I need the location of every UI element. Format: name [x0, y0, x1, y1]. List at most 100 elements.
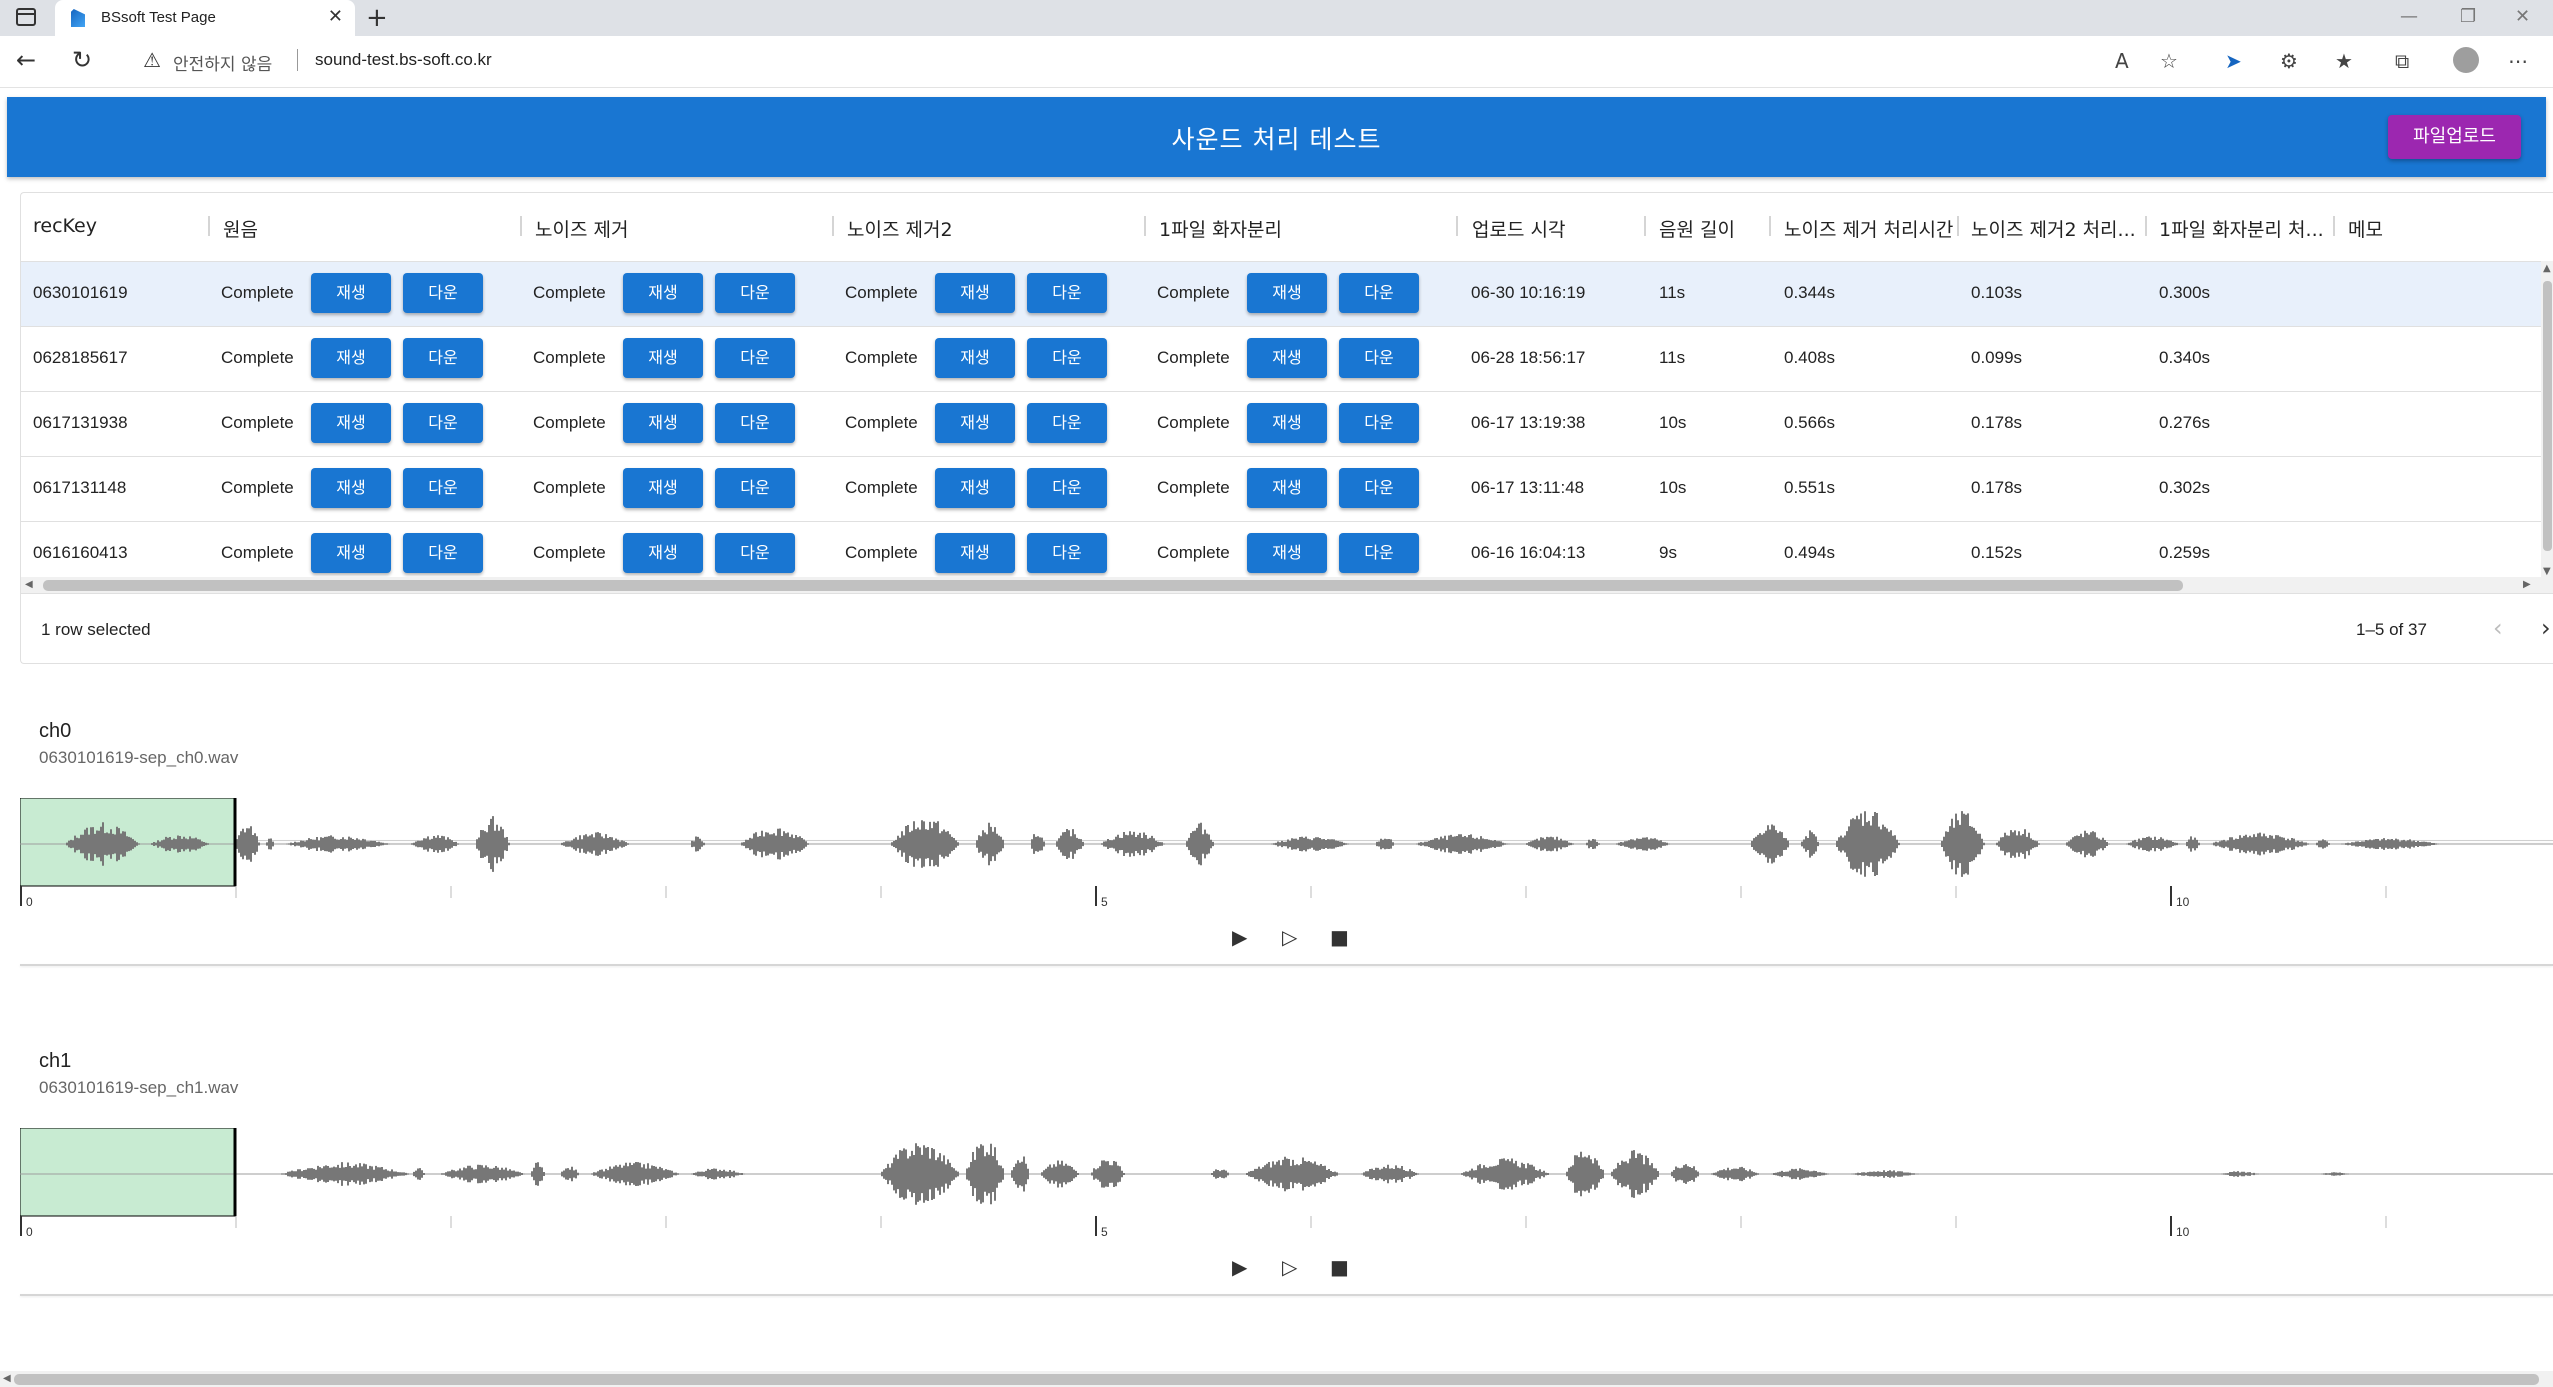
column-header-memo[interactable]: 메모 — [2348, 215, 2383, 242]
table-row[interactable]: 0616160413 Complete 재생 다운 Complete 재생 다운… — [21, 521, 2541, 577]
address-bar[interactable]: ⚠ 안전하지 않음 sound-test.bs-soft.co.kr — [125, 42, 2175, 78]
play-button[interactable]: 재생 — [311, 533, 391, 573]
selected-region[interactable] — [20, 1128, 236, 1217]
column-header-noise-removal[interactable]: 노이즈 제거 — [535, 215, 628, 242]
page-horizontal-scroll-thumb[interactable] — [14, 1374, 2539, 1385]
stop-icon[interactable]: ■ — [1330, 925, 1349, 949]
tab-actions-icon[interactable] — [16, 8, 36, 26]
column-header-upload-time[interactable]: 업로드 시각 — [1472, 215, 1565, 242]
profile-avatar[interactable] — [2453, 47, 2479, 73]
extension-icon[interactable]: ➤ — [2225, 49, 2242, 73]
play-button[interactable]: 재생 — [311, 403, 391, 443]
column-separator[interactable] — [1644, 216, 1646, 236]
column-separator[interactable] — [2333, 216, 2335, 236]
play-button[interactable]: 재생 — [1247, 533, 1327, 573]
play-outline-icon[interactable]: ▷ — [1282, 925, 1297, 949]
more-icon[interactable]: ⋯ — [2508, 49, 2528, 73]
column-separator[interactable] — [1957, 216, 1959, 236]
waveform-ch1[interactable]: 0 5 10 — [20, 1128, 2553, 1238]
collections-icon[interactable]: ⧉ — [2395, 49, 2409, 73]
download-button[interactable]: 다운 — [1339, 403, 1419, 443]
download-button[interactable]: 다운 — [403, 533, 483, 573]
page-horizontal-scrollbar[interactable]: ◀ — [0, 1371, 2553, 1387]
download-button[interactable]: 다운 — [1339, 338, 1419, 378]
waveform-canvas[interactable]: 0 5 10 — [20, 1128, 2553, 1238]
column-separator[interactable] — [2145, 216, 2147, 236]
play-button[interactable]: 재생 — [1247, 338, 1327, 378]
download-button[interactable]: 다운 — [403, 468, 483, 508]
column-header-nr2-time[interactable]: 노이즈 제거2 처리... — [1971, 215, 2143, 242]
upload-button[interactable]: 파일업로드 — [2388, 115, 2521, 159]
play-button[interactable]: 재생 — [935, 403, 1015, 443]
play-button[interactable]: 재생 — [623, 338, 703, 378]
download-button[interactable]: 다운 — [1027, 533, 1107, 573]
favorite-add-icon[interactable]: ☆ — [2160, 49, 2178, 73]
play-button[interactable]: 재생 — [935, 468, 1015, 508]
download-button[interactable]: 다운 — [715, 533, 795, 573]
play-button[interactable]: 재생 — [623, 403, 703, 443]
download-button[interactable]: 다운 — [403, 338, 483, 378]
table-row[interactable]: 0617131148 Complete 재생 다운 Complete 재생 다운… — [21, 456, 2541, 521]
download-button[interactable]: 다운 — [715, 338, 795, 378]
waveform-ch0[interactable]: 0 5 10 — [20, 798, 2553, 908]
chevron-left-icon[interactable]: ‹ — [2493, 614, 2503, 642]
download-button[interactable]: 다운 — [1027, 273, 1107, 313]
grid-horizontal-scroll-thumb[interactable] — [43, 580, 2183, 591]
column-header-length[interactable]: 음원 길이 — [1659, 215, 1735, 242]
column-header-nr-time[interactable]: 노이즈 제거 처리시간 — [1784, 215, 1954, 242]
grid-vertical-scroll-thumb[interactable] — [2543, 281, 2552, 551]
refresh-icon[interactable]: ↻ — [72, 46, 92, 74]
download-button[interactable]: 다운 — [1027, 338, 1107, 378]
play-button[interactable]: 재생 — [311, 468, 391, 508]
table-row[interactable]: 0628185617 Complete 재생 다운 Complete 재생 다운… — [21, 326, 2541, 391]
download-button[interactable]: 다운 — [715, 403, 795, 443]
close-window-icon[interactable]: ✕ — [2515, 6, 2530, 27]
extensions-icon[interactable]: ⚙ — [2280, 49, 2298, 73]
chevron-right-icon[interactable]: › — [2541, 614, 2551, 642]
table-row[interactable]: 0617131938 Complete 재생 다운 Complete 재생 다운… — [21, 391, 2541, 456]
download-button[interactable]: 다운 — [1339, 533, 1419, 573]
download-button[interactable]: 다운 — [1339, 273, 1419, 313]
play-icon[interactable]: ▶ — [1232, 1255, 1247, 1279]
read-aloud-icon[interactable]: A — [2115, 49, 2129, 73]
scroll-left-icon[interactable]: ◀ — [25, 579, 33, 590]
download-button[interactable]: 다운 — [1027, 403, 1107, 443]
scroll-up-icon[interactable]: ▲ — [2543, 263, 2551, 274]
scroll-down-icon[interactable]: ▼ — [2543, 566, 2551, 577]
column-header-original[interactable]: 원음 — [223, 215, 258, 242]
download-button[interactable]: 다운 — [403, 273, 483, 313]
column-separator[interactable] — [1456, 216, 1458, 236]
column-header-sep-time[interactable]: 1파일 화자분리 처... — [2159, 215, 2329, 242]
favorites-icon[interactable]: ★ — [2335, 49, 2353, 73]
scroll-right-icon[interactable]: ▶ — [2523, 579, 2531, 590]
scroll-left-icon[interactable]: ◀ — [3, 1373, 11, 1384]
column-separator[interactable] — [208, 216, 210, 236]
waveform-canvas[interactable]: 0 5 10 — [20, 798, 2553, 908]
play-button[interactable]: 재생 — [935, 273, 1015, 313]
play-button[interactable]: 재생 — [623, 468, 703, 508]
play-button[interactable]: 재생 — [935, 338, 1015, 378]
minimize-icon[interactable]: — — [2400, 6, 2418, 27]
column-separator[interactable] — [1769, 216, 1771, 236]
column-separator[interactable] — [832, 216, 834, 236]
column-header-speaker-separation[interactable]: 1파일 화자분리 — [1159, 215, 1282, 242]
play-outline-icon[interactable]: ▷ — [1282, 1255, 1297, 1279]
play-button[interactable]: 재생 — [1247, 403, 1327, 443]
download-button[interactable]: 다운 — [715, 273, 795, 313]
play-icon[interactable]: ▶ — [1232, 925, 1247, 949]
play-button[interactable]: 재생 — [935, 533, 1015, 573]
table-row[interactable]: 0630101619 Complete 재생 다운 Complete 재생 다운… — [21, 261, 2541, 326]
column-separator[interactable] — [520, 216, 522, 236]
play-button[interactable]: 재생 — [1247, 273, 1327, 313]
column-header-noise-removal2[interactable]: 노이즈 제거2 — [847, 215, 953, 242]
close-tab-icon[interactable]: ✕ — [328, 6, 343, 27]
play-button[interactable]: 재생 — [623, 273, 703, 313]
download-button[interactable]: 다운 — [1339, 468, 1419, 508]
new-tab-icon[interactable]: + — [366, 3, 388, 33]
back-icon[interactable]: ← — [16, 46, 36, 74]
play-button[interactable]: 재생 — [623, 533, 703, 573]
grid-vertical-scrollbar[interactable]: ▲ ▼ — [2541, 261, 2553, 583]
play-button[interactable]: 재생 — [311, 273, 391, 313]
play-button[interactable]: 재생 — [311, 338, 391, 378]
restore-icon[interactable]: ❐ — [2460, 6, 2476, 27]
